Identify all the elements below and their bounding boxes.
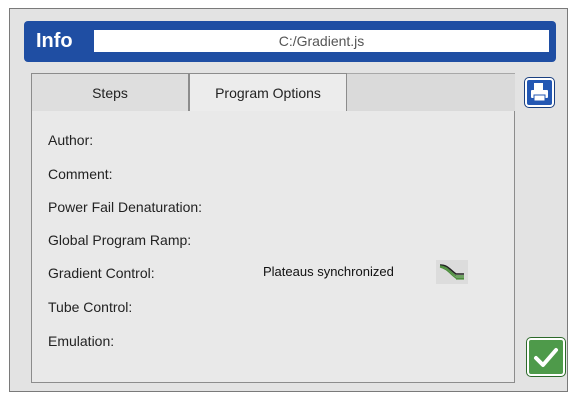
emulation-label: Emulation:	[48, 333, 115, 349]
global-program-ramp-label: Global Program Ramp:	[48, 232, 192, 248]
print-button[interactable]	[525, 78, 554, 107]
ok-button[interactable]	[527, 338, 565, 376]
gradient-control-value: Plateaus synchronized	[263, 264, 394, 279]
tab-steps[interactable]: Steps	[31, 73, 189, 111]
tab-bar-filler	[347, 73, 515, 111]
checkmark-icon	[534, 348, 558, 367]
printer-icon	[531, 83, 548, 102]
tab-program-options[interactable]: Program Options	[189, 73, 347, 111]
tube-control-label: Tube Control:	[48, 299, 133, 315]
dialog-title: Info	[36, 30, 73, 52]
gradient-plateaus-icon[interactable]	[436, 260, 468, 284]
comment-label: Comment:	[48, 166, 113, 182]
author-label: Author:	[48, 132, 94, 148]
power-fail-denaturation-label: Power Fail Denaturation:	[48, 199, 203, 215]
filename-field: C:/Gradient.js	[94, 30, 549, 52]
gradient-control-label: Gradient Control:	[48, 265, 155, 281]
